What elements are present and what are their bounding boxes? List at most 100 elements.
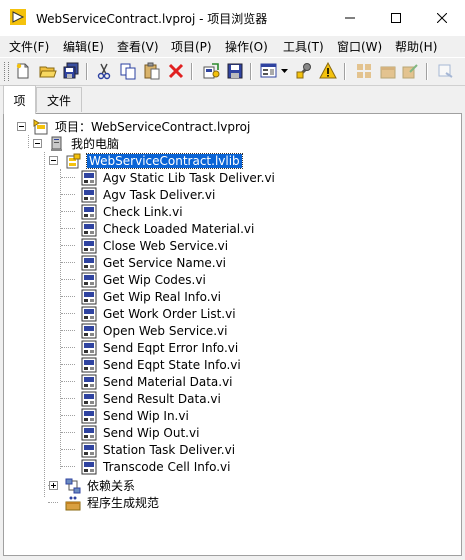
- cut-button[interactable]: [95, 62, 113, 80]
- tree-connector: [61, 381, 75, 382]
- menu-window[interactable]: 窗口(W): [337, 38, 382, 55]
- view-dropdown-button[interactable]: [280, 62, 289, 80]
- tree-item-vi[interactable]: Get Work Order List.vi: [81, 305, 236, 322]
- menu-tools[interactable]: 工具(T): [283, 38, 324, 55]
- tree-item-label: Send Material Data.vi: [103, 374, 233, 389]
- menu-edit[interactable]: 编辑(E): [63, 38, 104, 55]
- tree-connector: [61, 415, 75, 416]
- menu-operate[interactable]: 操作(O): [225, 38, 268, 55]
- toolbar: [0, 57, 465, 86]
- tree-collapse-toggle[interactable]: [17, 122, 26, 131]
- tree-item-label: Check Link.vi: [103, 204, 183, 219]
- menu-view[interactable]: 查看(V): [117, 38, 159, 55]
- view-options-button[interactable]: [260, 62, 278, 80]
- maximize-button[interactable]: [373, 0, 419, 36]
- tree-item-label: 依赖关系: [87, 479, 136, 493]
- tree-item-vi[interactable]: Station Task Deliver.vi: [81, 441, 235, 458]
- tree-item-vi[interactable]: Send Wip In.vi: [81, 407, 189, 424]
- tab-items[interactable]: 项: [3, 85, 36, 114]
- vi-icon: [81, 170, 97, 186]
- package-button[interactable]: [379, 62, 397, 80]
- minimize-icon: [345, 17, 355, 19]
- tree-connector: [61, 449, 75, 450]
- tree-item-vi[interactable]: Send Eqpt Error Info.vi: [81, 339, 238, 356]
- tree-connector: [61, 364, 75, 365]
- view-options-icon: [260, 63, 277, 78]
- tree-item-vi[interactable]: Check Link.vi: [81, 203, 183, 220]
- tree-expand-toggle[interactable]: [49, 481, 58, 490]
- vi-icon: [81, 221, 97, 237]
- dropdown-arrow-icon: [281, 69, 288, 73]
- tree-item-vi[interactable]: Agv Static Lib Task Deliver.vi: [81, 169, 275, 186]
- menu-file[interactable]: 文件(F): [9, 38, 49, 55]
- project-tree[interactable]: 项目：WebServiceContract.lvproj 我的电脑 WebSer…: [3, 113, 462, 556]
- menu-project[interactable]: 项目(P): [171, 38, 212, 55]
- tree-item-label: Open Web Service.vi: [103, 323, 228, 338]
- window-title: WebServiceContract.lvproj - 项目浏览器: [36, 12, 268, 26]
- save-button[interactable]: [226, 62, 244, 80]
- toolbar-separator: [426, 63, 427, 80]
- vi-icon: [81, 459, 97, 475]
- vi-icon: [81, 374, 97, 390]
- tree-item-vi[interactable]: Send Eqpt State Info.vi: [81, 356, 241, 373]
- close-button[interactable]: [419, 0, 465, 36]
- new-button[interactable]: [14, 62, 32, 80]
- tab-files[interactable]: 文件: [36, 87, 82, 112]
- package-icon: [380, 66, 396, 79]
- tree-item-vi[interactable]: Send Result Data.vi: [81, 390, 221, 407]
- tree-item-vi[interactable]: Send Material Data.vi: [81, 373, 233, 390]
- toolbar-separator: [191, 63, 192, 80]
- tree-connector: [44, 152, 45, 497]
- tree-connector: [61, 432, 75, 433]
- tree-item-label: WebServiceContract.lvlib: [86, 152, 243, 169]
- edit-button[interactable]: [401, 62, 419, 80]
- tree-item-vi[interactable]: Check Loaded Material.vi: [81, 220, 254, 237]
- menu-help[interactable]: 帮助(H): [395, 38, 437, 55]
- warning-icon: [319, 62, 337, 79]
- labview-project-icon: [10, 9, 26, 25]
- tree-item-label: Agv Static Lib Task Deliver.vi: [103, 170, 275, 185]
- build-icon: [203, 63, 220, 79]
- cut-icon: [97, 63, 111, 80]
- tree-item-build-specs[interactable]: 程序生成规范: [65, 494, 159, 511]
- vi-icon: [81, 391, 97, 407]
- dependencies-icon: [65, 478, 81, 494]
- open-button[interactable]: [39, 62, 57, 80]
- toolbar-separator: [344, 63, 345, 80]
- tree-item-vi[interactable]: Agv Task Deliver.vi: [81, 186, 215, 203]
- save-all-button[interactable]: [62, 62, 80, 80]
- menu-bar: 文件(F) 编辑(E) 查看(V) 项目(P) 操作(O) 工具(T) 窗口(W…: [0, 36, 465, 57]
- wrench-icon: [296, 63, 311, 79]
- build-button[interactable]: [202, 62, 220, 80]
- more-button[interactable]: [437, 62, 455, 80]
- copy-button[interactable]: [119, 62, 137, 80]
- tree-item-vi[interactable]: Close Web Service.vi: [81, 237, 228, 254]
- group-button[interactable]: [355, 62, 373, 80]
- delete-button[interactable]: [167, 62, 185, 80]
- tree-item-my-computer[interactable]: 我的电脑: [49, 135, 119, 152]
- group-icon: [357, 64, 371, 78]
- tree-collapse-toggle[interactable]: [49, 156, 58, 165]
- toolbar-grip[interactable]: [4, 62, 9, 81]
- close-icon: [437, 13, 447, 23]
- save-icon: [227, 63, 243, 79]
- tree-item-project[interactable]: 项目：WebServiceContract.lvproj: [33, 118, 250, 135]
- tree-item-library[interactable]: WebServiceContract.lvlib: [65, 152, 243, 169]
- tree-item-vi[interactable]: Transcode Cell Info.vi: [81, 458, 230, 475]
- tree-item-vi[interactable]: Get Wip Real Info.vi: [81, 288, 221, 305]
- tree-item-vi[interactable]: Get Wip Codes.vi: [81, 271, 206, 288]
- paste-button[interactable]: [143, 62, 161, 80]
- warning-button[interactable]: [319, 62, 337, 80]
- vi-icon: [81, 323, 97, 339]
- tree-item-vi[interactable]: Open Web Service.vi: [81, 322, 227, 339]
- tree-item-vi[interactable]: Send Wip Out.vi: [81, 424, 199, 441]
- tree-item-dependencies[interactable]: 依赖关系: [65, 477, 135, 494]
- tree-collapse-toggle[interactable]: [33, 139, 42, 148]
- tree-item-label: Transcode Cell Info.vi: [103, 459, 231, 474]
- minimize-button[interactable]: [327, 0, 373, 36]
- vi-icon: [81, 204, 97, 220]
- tree-item-vi[interactable]: Get Service Name.vi: [81, 254, 226, 271]
- save-all-icon: [63, 62, 79, 79]
- vi-icon: [81, 272, 97, 288]
- wrench-button[interactable]: [295, 62, 313, 80]
